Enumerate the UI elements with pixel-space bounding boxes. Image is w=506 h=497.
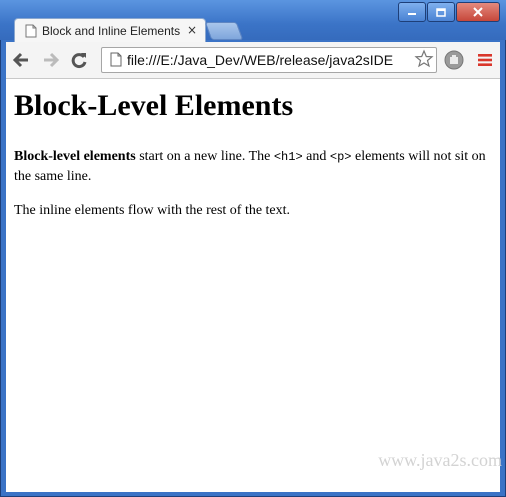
close-button[interactable]	[456, 2, 500, 22]
extension-button[interactable]	[443, 49, 465, 71]
code-p: <p>	[329, 150, 352, 164]
maximize-button[interactable]	[427, 2, 455, 22]
new-tab-button[interactable]	[204, 22, 244, 40]
menu-button[interactable]	[476, 51, 494, 69]
paragraph-block-level: Block-level elements start on a new line…	[14, 147, 494, 186]
back-button[interactable]	[12, 51, 30, 69]
browser-window: Block and Inline Elements × file:///E:/J…	[0, 0, 506, 497]
maximize-icon	[436, 7, 446, 17]
arrow-right-icon	[44, 52, 60, 68]
tab-active[interactable]: Block and Inline Elements ×	[14, 18, 206, 43]
address-bar[interactable]: file:///E:/Java_Dev/WEB/release/java2sID…	[101, 47, 437, 73]
reload-button[interactable]	[70, 51, 88, 69]
window-controls	[398, 2, 500, 22]
para1-text-2: and	[302, 149, 330, 164]
tab-title: Block and Inline Elements	[42, 24, 181, 38]
watermark: www.java2s.com	[378, 450, 502, 470]
page-icon	[110, 52, 122, 67]
page-icon	[25, 24, 37, 38]
close-icon	[473, 7, 483, 17]
bold-term: Block-level elements	[14, 149, 136, 164]
page-content: Block-Level Elements Block-level element…	[6, 79, 500, 492]
tab-close-icon[interactable]: ×	[187, 23, 197, 37]
forward-button[interactable]	[42, 51, 60, 69]
toolbar: file:///E:/Java_Dev/WEB/release/java2sID…	[6, 42, 500, 79]
url-text[interactable]: file:///E:/Java_Dev/WEB/release/java2sID…	[127, 52, 411, 68]
paragraph-inline: The inline elements flow with the rest o…	[14, 203, 291, 218]
reload-icon	[71, 53, 87, 69]
minimize-icon	[408, 13, 416, 15]
adblock-icon	[444, 50, 464, 70]
para1-text-1: start on a new line. The	[135, 149, 274, 164]
arrow-left-icon	[12, 52, 28, 68]
menu-icon	[478, 54, 492, 66]
code-h1: <h1>	[273, 150, 303, 164]
star-icon[interactable]	[414, 49, 434, 69]
minimize-button[interactable]	[398, 2, 426, 22]
page-heading: Block-Level Elements	[14, 89, 294, 122]
